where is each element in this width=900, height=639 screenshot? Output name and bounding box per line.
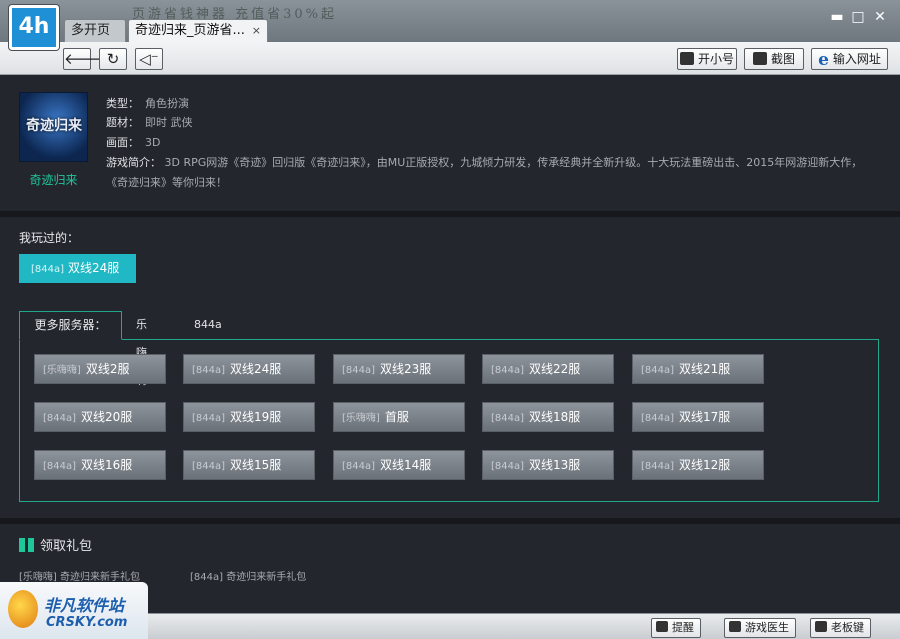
cover-title: 奇迹归来 <box>26 118 82 134</box>
watermark-cn: 非凡软件站 <box>44 596 125 615</box>
tab-more-servers[interactable]: 更多服务器： <box>19 311 122 340</box>
app-logo: 4h <box>9 5 59 50</box>
screenshot-button[interactable]: 截图 <box>744 48 804 70</box>
server-button[interactable]: [844a] 双线23服 <box>333 354 465 384</box>
server-button[interactable]: [乐嗨嗨] 首服 <box>333 402 465 432</box>
server-button[interactable]: [844a] 双线24服 <box>183 354 315 384</box>
server-button[interactable]: [844a] 双线18服 <box>482 402 614 432</box>
minimize-icon[interactable]: ▬ <box>829 9 845 25</box>
button-label: 开小号 <box>697 52 734 66</box>
title-bar: 4h 页游省钱神器 充值省30%起 多开页面 奇迹归来_页游省... × ▬ □… <box>0 0 900 60</box>
doctor-icon <box>729 621 741 632</box>
refresh-button[interactable]: ↻ <box>99 48 127 70</box>
game-description: 游戏简介： 3D RPG网游《奇迹》回归版《奇迹归来》，由MU正版授权，九城倾力… <box>106 156 863 189</box>
server-name: 双线24服 <box>68 261 120 275</box>
meta-theme: 题材： 即时 武侠 <box>106 116 193 129</box>
server-button[interactable]: [844a] 双线17服 <box>632 402 764 432</box>
game-cover-image[interactable]: 奇迹归来 <box>19 92 88 162</box>
server-button[interactable]: [844a] 双线16服 <box>34 450 166 480</box>
account-icon <box>679 52 694 65</box>
ie-icon: e <box>818 50 829 70</box>
played-server-button[interactable]: [844a] 双线24服 <box>19 254 136 283</box>
gift-link[interactable]: [844a] 奇迹归来新手礼包 <box>190 568 306 583</box>
server-button[interactable]: [844a] 双线20服 <box>34 402 166 432</box>
server-button[interactable]: [844a] 双线21服 <box>632 354 764 384</box>
button-label: 截图 <box>770 52 795 66</box>
server-tag: [844a] <box>31 264 65 275</box>
server-button[interactable]: [844a] 双线14服 <box>333 450 465 480</box>
game-doctor-button[interactable]: 游戏医生 <box>724 618 796 638</box>
server-button[interactable]: [乐嗨嗨] 双线2服 <box>34 354 166 384</box>
server-button[interactable]: [844a] 双线12服 <box>632 450 764 480</box>
speaker-icon: ◁⁻ <box>139 50 159 68</box>
tab-844a[interactable]: 844a <box>194 311 222 339</box>
tab-game[interactable]: 奇迹归来_页游省... × <box>128 19 268 42</box>
enter-url-button[interactable]: e 输入网址 <box>811 48 888 70</box>
clock-icon <box>656 621 668 632</box>
meta-type: 类型： 角色扮演 <box>106 97 189 110</box>
boss-key-button[interactable]: 老板键 <box>810 618 871 638</box>
server-button[interactable]: [844a] 双线22服 <box>482 354 614 384</box>
gift-icon <box>19 538 34 552</box>
refresh-icon: ↻ <box>106 50 120 68</box>
game-name[interactable]: 奇迹归来 <box>19 171 88 188</box>
divider <box>0 211 900 217</box>
tab-label: 奇迹归来_页游省... <box>135 23 245 38</box>
screenshot-icon <box>752 52 767 65</box>
tab-multi-page[interactable]: 多开页面 <box>64 19 126 60</box>
mute-button[interactable]: ◁⁻ <box>135 48 163 70</box>
toolbar: 🡐 ↻ ◁⁻ 开小号 截图 e 输入网址 <box>0 42 900 75</box>
maximize-icon[interactable]: □ <box>850 9 866 25</box>
boss-key-icon <box>815 621 827 632</box>
game-info: 奇迹归来 奇迹归来 类型： 角色扮演 题材： 即时 武侠 画面： 3D 游戏简介： 3… <box>0 76 900 211</box>
gift-link[interactable]: [乐嗨嗨] 奇迹归来新手礼包 <box>19 568 140 583</box>
reminder-button[interactable]: 提醒 <box>651 618 701 638</box>
watermark-en: CRSKY.com <box>46 615 128 630</box>
meta-graphics: 画面： 3D <box>106 136 161 149</box>
open-alt-account-button[interactable]: 开小号 <box>677 48 737 70</box>
gift-title: 领取礼包 <box>19 535 92 554</box>
back-button[interactable]: 🡐 <box>63 48 104 70</box>
divider <box>0 518 900 524</box>
site-watermark: 非凡软件站 CRSKY.com <box>0 582 148 639</box>
server-button[interactable]: [844a] 双线19服 <box>183 402 315 432</box>
server-list: [乐嗨嗨] 双线2服 [844a] 双线24服 [844a] 双线23服 [844a]… <box>19 339 879 502</box>
close-window-icon[interactable]: ✕ <box>872 9 888 25</box>
button-label: 输入网址 <box>832 52 881 66</box>
played-title: 我玩过的： <box>19 231 80 245</box>
server-button[interactable]: [844a] 双线15服 <box>183 450 315 480</box>
tab-lehaihai[interactable]: 乐嗨嗨 <box>136 311 147 387</box>
close-icon[interactable]: × <box>252 20 261 42</box>
watermark-logo <box>8 590 38 628</box>
server-button[interactable]: [844a] 双线13服 <box>482 450 614 480</box>
